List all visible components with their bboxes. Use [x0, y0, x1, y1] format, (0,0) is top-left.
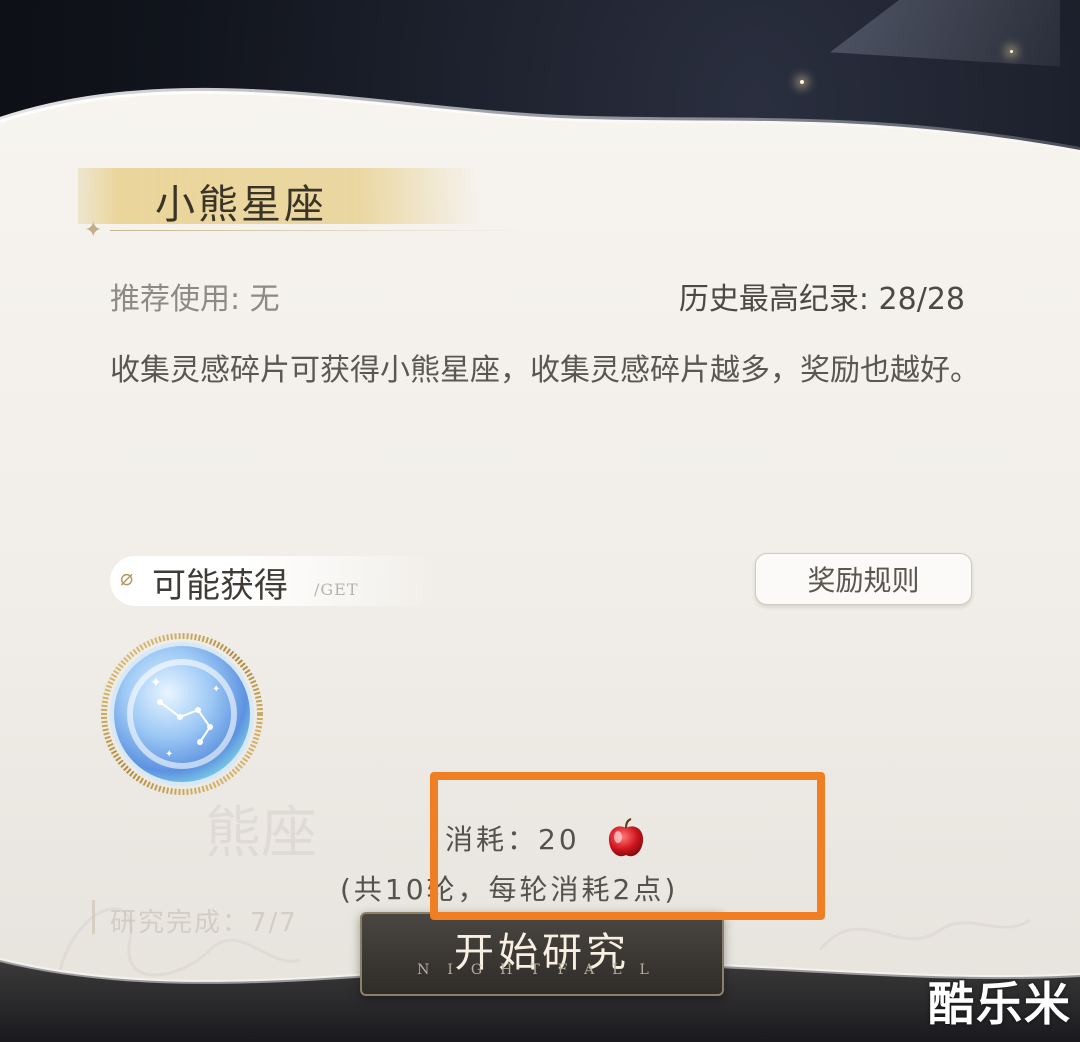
svg-text:✦: ✦ — [150, 675, 162, 691]
constellation-medal-icon[interactable]: ✦ ✦ ✦ — [100, 632, 265, 797]
annotation-highlight-box — [430, 772, 825, 920]
game-screen: 小熊星座 ✦ 推荐使用: 无 历史最高纪录: 28/28 收集灵感碎片可获得小熊… — [0, 0, 1080, 1042]
rewards-subtitle: /GET — [314, 580, 359, 599]
ghost-watermark-text: 熊座 — [205, 801, 317, 866]
star-icon: ✦ — [84, 218, 103, 243]
svg-text:✦: ✦ — [212, 684, 220, 695]
start-button-subtitle: NIGHTFALL — [417, 962, 667, 978]
research-progress: 研究完成：7/7 — [110, 908, 298, 938]
title-divider — [110, 230, 530, 231]
start-research-button[interactable]: 开始研究 NIGHTFALL — [360, 912, 724, 996]
recommended-usage: 推荐使用: 无 — [110, 282, 280, 317]
reward-rules-button[interactable]: 奖励规则 — [755, 553, 972, 605]
svg-text:✦: ✦ — [165, 749, 173, 760]
constellation-title: 小熊星座 — [155, 182, 327, 228]
rewards-title: 可能获得 — [152, 566, 288, 606]
research-panel: 小熊星座 ✦ 推荐使用: 无 历史最高纪录: 28/28 收集灵感碎片可获得小熊… — [0, 0, 1080, 1042]
high-score-record: 历史最高纪录: 28/28 — [678, 282, 965, 317]
progress-marker — [92, 900, 95, 934]
description-text: 收集灵感碎片可获得小熊星座，收集灵感碎片越多，奖励也越好。 — [110, 353, 980, 388]
compass-icon: ⌀ — [120, 566, 134, 591]
watermark-logo: 酷乐米 — [928, 977, 1072, 1031]
